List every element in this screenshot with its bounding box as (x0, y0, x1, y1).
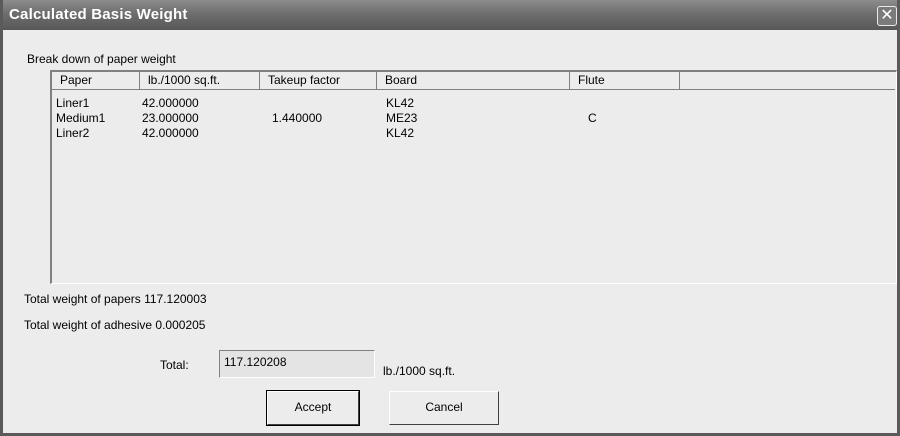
cell-board: ME23 (386, 111, 418, 125)
window-title: Calculated Basis Weight (9, 6, 188, 23)
group-label: Break down of paper weight (27, 52, 176, 66)
column-header-takeup[interactable]: Takeup factor (260, 72, 377, 90)
column-header-board[interactable]: Board (377, 72, 570, 90)
cell-weight: 42.000000 (142, 96, 199, 110)
cell-paper: Medium1 (56, 111, 106, 125)
cell-takeup: 1.440000 (272, 111, 323, 125)
dialog-window: Calculated Basis Weight ✕ Break down of … (0, 0, 900, 436)
cancel-button[interactable]: Cancel (389, 391, 499, 425)
cell-flute: C (588, 111, 597, 125)
column-header-flute[interactable]: Flute (570, 72, 680, 90)
total-unit-label: lb./1000 sq.ft. (383, 364, 456, 378)
cell-paper: Liner1 (56, 96, 90, 110)
column-header-empty (680, 72, 895, 90)
close-icon[interactable]: ✕ (877, 6, 897, 26)
cell-weight: 23.000000 (142, 111, 199, 125)
paper-breakdown-list[interactable]: Paper lb./1000 sq.ft. Takeup factor Boar… (50, 70, 897, 284)
cell-board: KL42 (386, 126, 415, 140)
cell-paper: Liner2 (56, 126, 90, 140)
cell-board: KL42 (386, 96, 415, 110)
total-adhesive-text: Total weight of adhesive 0.000205 (24, 318, 206, 332)
total-label: Total: (160, 358, 189, 372)
total-papers-text: Total weight of papers 117.120003 (24, 292, 207, 306)
cell-weight: 42.000000 (142, 126, 199, 140)
total-value-field[interactable]: 117.120208 (219, 350, 375, 378)
column-header-paper[interactable]: Paper (52, 72, 140, 90)
column-header-weight[interactable]: lb./1000 sq.ft. (140, 72, 260, 90)
accept-button[interactable]: Accept (266, 390, 360, 426)
title-bar[interactable]: Calculated Basis Weight ✕ (3, 0, 897, 30)
